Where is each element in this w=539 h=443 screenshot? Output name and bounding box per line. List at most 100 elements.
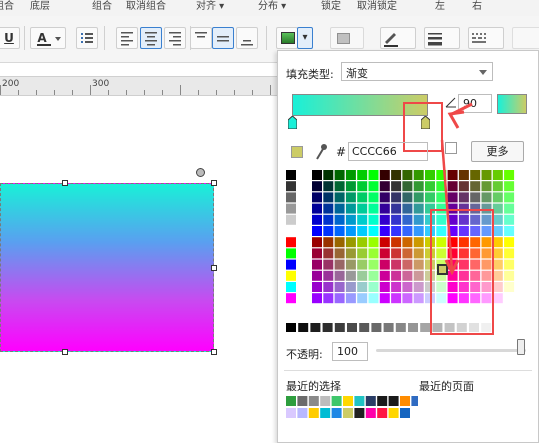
palette-cell [323,181,334,192]
fill-dropdown-button[interactable]: ▾ [297,27,313,49]
valign-bottom-button[interactable] [236,27,258,49]
palette-cell [334,259,345,270]
line-dash-button[interactable] [468,27,504,49]
palette-cell [492,293,503,304]
list-button[interactable] [76,27,98,49]
palette-cell [413,226,424,236]
palette-cell [492,203,503,214]
ruler-tick [126,90,127,95]
palette-cell [492,282,503,292]
palette-cell [334,214,345,225]
palette-cell [286,170,296,180]
align-left-button[interactable] [116,27,138,49]
palette-cell [458,170,469,180]
opacity-slider-thumb[interactable] [517,339,525,355]
top-label-group-2[interactable]: 组合 [92,0,112,16]
top-label-ungroup[interactable]: 取消组合 [126,0,166,16]
palette-cell [391,293,402,304]
top-label-left[interactable]: 左 [435,0,445,16]
align-center-button[interactable] [140,27,162,49]
palette-cell [286,181,296,192]
palette-cell [334,237,345,248]
resize-handle-top-right[interactable] [211,180,217,186]
recent-color-cell [400,396,410,406]
recent-color-cell [286,396,296,406]
fill-swatch-icon [281,32,295,44]
palette-cell [368,170,379,180]
recent-colors[interactable] [278,394,418,422]
opacity-input[interactable]: 100 [332,342,368,361]
line-weight-button[interactable] [424,27,460,49]
line-color-button[interactable] [380,27,416,49]
palette-cell [492,270,503,281]
top-label-group[interactable]: 组合 [0,0,14,16]
palette-cell [492,170,503,180]
gradient-rectangle-shape[interactable] [0,183,214,352]
shadow-button[interactable] [330,27,364,49]
chevron-down-icon: ▾ [302,32,308,43]
palette-cell [368,270,379,281]
palette-cell [357,248,368,259]
palette-cell [413,237,424,248]
selected-color-cell[interactable] [437,264,448,275]
palette-cell [504,226,515,236]
opacity-slider-track[interactable] [376,349,526,352]
palette-cell [379,282,390,292]
line-icon [428,33,442,46]
palette-cell [368,226,379,236]
fill-color-button[interactable] [276,27,298,49]
resize-handle-top[interactable] [62,180,68,186]
gray-column [286,170,296,304]
palette-cell [470,181,481,192]
palette-cell [391,214,402,225]
color-palette[interactable] [278,51,538,351]
align-right-button[interactable] [164,27,186,49]
palette-cell [402,293,413,304]
rotate-handle[interactable] [196,168,205,177]
palette-cell [391,192,402,203]
arrow-style-button[interactable] [512,27,539,49]
palette-cell [345,181,356,192]
palette-cell [345,226,356,236]
top-label-align[interactable]: 对齐 ▾ [196,0,224,16]
top-label-unlock[interactable]: 取消锁定 [357,0,397,16]
palette-cell [391,181,402,192]
palette-cell [345,270,356,281]
ruler-mark-300: 300 [92,79,110,89]
chevron-down-icon [55,37,61,41]
shadow-icon [337,33,350,44]
palette-cell [312,192,322,203]
palette-cell [310,323,321,332]
palette-cell [371,323,382,332]
palette-cell [357,192,368,203]
underline-button[interactable]: U [0,27,20,49]
top-label-lock[interactable]: 锁定 [321,0,341,16]
font-color-button[interactable]: A [30,27,66,49]
recent-color-cell [388,408,399,418]
palette-cell [323,293,334,304]
palette-cell [391,282,402,292]
valign-top-button[interactable] [190,27,212,49]
palette-cell [402,282,413,292]
palette-cell [312,170,322,180]
palette-cell [492,237,503,248]
palette-cell [447,192,458,203]
palette-cell [312,282,322,292]
top-label-right[interactable]: 右 [472,0,482,16]
top-label-distribute[interactable]: 分布 ▾ [258,0,286,16]
resize-handle-bottom[interactable] [62,349,68,355]
palette-cell [402,248,413,259]
recent-color-cell [354,408,365,418]
top-label-bottom-layer[interactable]: 底层 [30,0,50,16]
ruler-tick [252,90,253,95]
palette-cell [357,170,368,180]
palette-cell [345,259,356,270]
palette-cell [286,282,296,292]
valign-middle-button[interactable] [212,27,234,49]
resize-handle-bottom-right[interactable] [211,349,217,355]
palette-cell [345,203,356,214]
resize-handle-right[interactable] [211,265,217,271]
palette-cell [391,237,402,248]
palette-cell [504,203,515,214]
palette-cell [425,192,435,203]
